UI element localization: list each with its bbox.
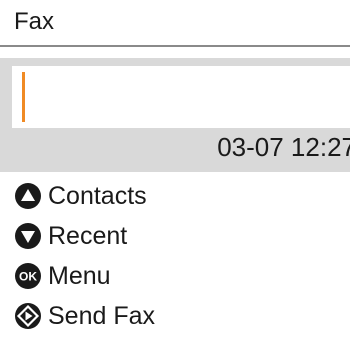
menu-item-recent[interactable]: Recent bbox=[14, 218, 127, 254]
fax-screen: Fax 03-07 12:27 Contacts Recent OK Menu … bbox=[0, 0, 350, 348]
page-title: Fax bbox=[14, 8, 55, 35]
menu-item-contacts[interactable]: Contacts bbox=[14, 178, 147, 214]
date-time-display: 03-07 12:27 bbox=[217, 132, 350, 162]
down-arrow-button-icon bbox=[14, 222, 42, 250]
menu-item-send-fax[interactable]: Send Fax bbox=[14, 298, 155, 334]
menu-item-label: Menu bbox=[48, 261, 111, 290]
menu-item-label: Contacts bbox=[48, 181, 147, 210]
fax-number-area: 03-07 12:27 bbox=[0, 58, 350, 172]
menu-item-label: Recent bbox=[48, 221, 128, 250]
menu-item-label: Send Fax bbox=[48, 301, 156, 330]
menu-item-menu[interactable]: OK Menu bbox=[14, 258, 111, 294]
fax-number-input[interactable] bbox=[12, 66, 350, 128]
up-arrow-button-icon bbox=[14, 182, 42, 210]
text-cursor bbox=[22, 72, 25, 122]
start-button-icon bbox=[14, 302, 42, 330]
ok-button-icon: OK bbox=[14, 262, 42, 290]
title-bar: Fax bbox=[0, 0, 350, 47]
svg-text:OK: OK bbox=[19, 270, 37, 284]
